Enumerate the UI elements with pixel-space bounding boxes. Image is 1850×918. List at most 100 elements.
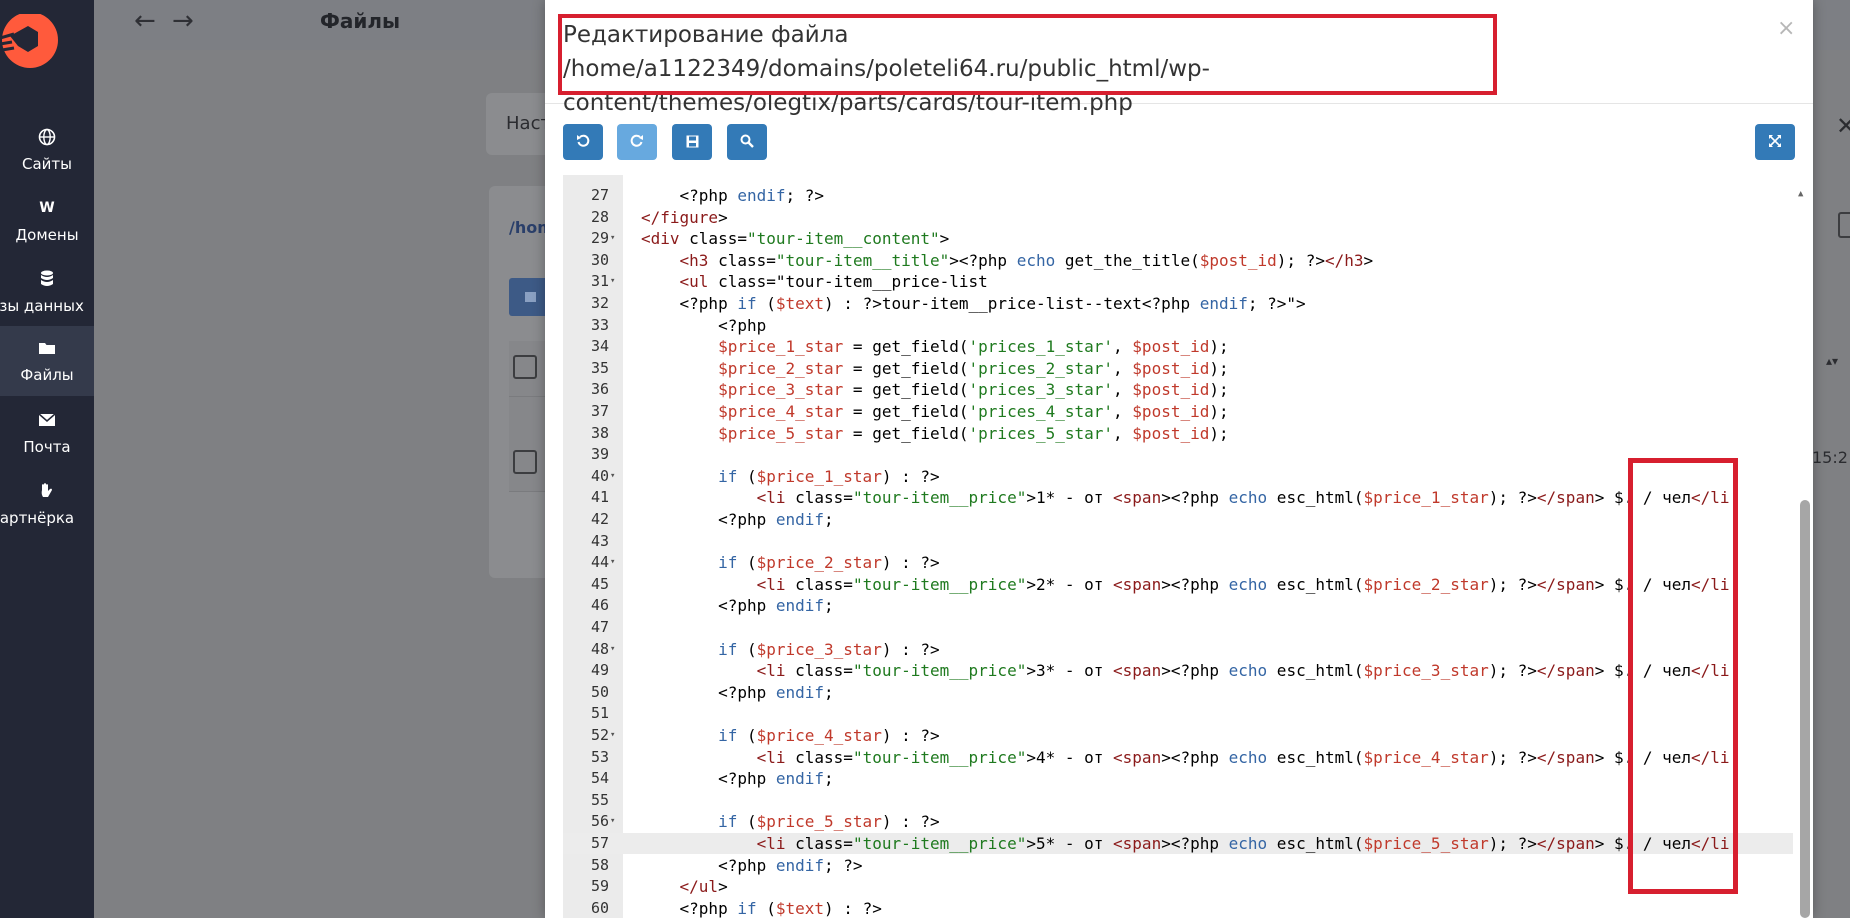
scrollbar-thumb[interactable]: [1800, 500, 1810, 918]
code-line[interactable]: 51: [563, 703, 1793, 724]
logo-icon[interactable]: [0, 14, 60, 74]
code-line[interactable]: 43: [563, 531, 1793, 552]
code-line[interactable]: 35 $price_2_star = get_field('prices_2_s…: [563, 358, 1793, 379]
code-line[interactable]: 59 </ul>: [563, 876, 1793, 897]
code-line[interactable]: 31 ▾ <ul class="tour-item__price-list: [563, 271, 1793, 292]
code-line[interactable]: 28 </figure>: [563, 207, 1793, 228]
code-line[interactable]: 53 <li class="tour-item__price">4* - от …: [563, 747, 1793, 768]
code-line[interactable]: 58 <?php endif; ?>: [563, 855, 1793, 876]
back-arrow-icon[interactable]: ←: [134, 6, 156, 36]
save-button[interactable]: [672, 124, 712, 160]
line-number: 37: [590, 402, 609, 420]
globe-icon: [37, 127, 57, 147]
scroll-up-icon[interactable]: ▲: [1798, 189, 1803, 199]
modal-header: Редактирование файла /home/a1122349/doma…: [545, 0, 1813, 116]
mail-icon: [37, 410, 57, 430]
fold-arrow-icon[interactable]: ▾: [610, 811, 615, 832]
code-text: if ($price_2_star) : ?>: [718, 553, 940, 573]
edit-file-modal: Редактирование файла /home/a1122349/doma…: [545, 0, 1813, 918]
code-line[interactable]: 32 <?php if ($text) : ?>tour-item__price…: [563, 293, 1793, 314]
code-highlight-box: [1628, 458, 1738, 894]
code-text: if ($price_1_star) : ?>: [718, 466, 940, 486]
code-line[interactable]: 37 $price_4_star = get_field('prices_4_s…: [563, 401, 1793, 422]
sidebar-item-mail[interactable]: Почта: [0, 398, 94, 468]
code-line[interactable]: 55: [563, 790, 1793, 811]
code-line[interactable]: 39: [563, 444, 1793, 465]
code-line[interactable]: 52 ▾ if ($price_4_star) : ?>: [563, 725, 1793, 746]
code-text: <?php endif; ?>: [641, 855, 863, 875]
line-number: 42: [590, 510, 609, 528]
code-line[interactable]: 33 <?php: [563, 315, 1793, 336]
sidebar-item-label: азы данных: [0, 297, 84, 315]
line-number: 51: [590, 704, 609, 723]
forward-arrow-icon[interactable]: →: [172, 6, 194, 36]
code-line[interactable]: 54 <?php endif;: [563, 768, 1793, 789]
code-line[interactable]: 29 ▾ <div class="tour-item__content">: [563, 228, 1793, 249]
redo-button[interactable]: [617, 124, 657, 160]
sidebar-item-files[interactable]: Файлы: [0, 326, 94, 396]
fold-arrow-icon[interactable]: ▾: [610, 228, 615, 249]
checkbox[interactable]: [1838, 212, 1850, 238]
search-button[interactable]: [727, 124, 767, 160]
code-line[interactable]: 46 <?php endif;: [563, 595, 1793, 616]
sidebar-item-partners[interactable]: артнёрка: [0, 469, 94, 539]
time-value: 15:2: [1812, 448, 1848, 467]
sidebar-item-databases[interactable]: азы данных: [0, 257, 94, 327]
line-number: 43: [590, 531, 609, 550]
save-icon: [686, 133, 699, 152]
line-number: 50: [590, 682, 609, 701]
code-line[interactable]: 40 ▾ if ($price_1_star) : ?>: [563, 466, 1793, 487]
fold-arrow-icon[interactable]: ▾: [610, 725, 615, 746]
sort-icon[interactable]: ▴▾: [1826, 354, 1838, 368]
code-text: if ($price_4_star) : ?>: [718, 726, 940, 745]
line-number: 60: [590, 898, 609, 917]
line-number: 30: [590, 250, 609, 269]
sidebar-item-label: Домены: [15, 226, 79, 244]
fold-arrow-icon[interactable]: ▾: [610, 271, 615, 292]
line-number: 52: [590, 726, 609, 744]
code-text: if ($price_5_star) : ?>: [718, 812, 940, 832]
code-line[interactable]: 60 <?php if ($text) : ?>: [563, 898, 1793, 918]
undo-button[interactable]: [563, 124, 603, 160]
checkbox[interactable]: [513, 355, 537, 379]
fold-arrow-icon[interactable]: ▾: [610, 639, 615, 660]
line-number: 59: [590, 877, 609, 896]
code-line[interactable]: 36 $price_3_star = get_field('prices_3_s…: [563, 379, 1793, 400]
fullscreen-button[interactable]: [1755, 124, 1795, 160]
sidebar-item-sites[interactable]: Сайты: [0, 115, 94, 185]
close-icon[interactable]: ×: [1777, 16, 1795, 41]
code-text: <?php endif;: [641, 510, 834, 529]
code-text: $price_1_star = get_field('prices_1_star…: [718, 337, 1229, 357]
line-number: 45: [590, 574, 609, 593]
code-editor[interactable]: 27 <?php endif; ?> 28 </figure> 29 ▾ <div cla…: [563, 175, 1813, 918]
code-line[interactable]: 42 <?php endif;: [563, 509, 1793, 530]
code-text: <?php endif; ?>: [641, 186, 825, 205]
sidebar-item-domains[interactable]: W Домены: [0, 186, 94, 256]
code-line[interactable]: 45 <li class="tour-item__price">2* - от …: [563, 574, 1793, 595]
fold-arrow-icon[interactable]: ▾: [610, 466, 615, 487]
code-line[interactable]: 27 <?php endif; ?>: [563, 185, 1793, 206]
code-line[interactable]: 56 ▾ if ($price_5_star) : ?>: [563, 811, 1793, 832]
code-line[interactable]: 44 ▾ if ($price_2_star) : ?>: [563, 552, 1793, 573]
fold-arrow-icon[interactable]: ▾: [610, 552, 615, 573]
code-line[interactable]: 49 <li class="tour-item__price">3* - от …: [563, 660, 1793, 681]
code-line[interactable]: 41 <li class="tour-item__price">1* - от …: [563, 487, 1793, 508]
code-line[interactable]: 34 $price_1_star = get_field('prices_1_s…: [563, 336, 1793, 357]
line-number: 44: [590, 553, 609, 572]
line-number: 33: [590, 315, 609, 334]
line-number: 53: [590, 747, 609, 766]
line-number: 46: [590, 596, 609, 615]
code-line[interactable]: 57 <li class="tour-item__price">5* - от …: [563, 833, 1793, 854]
code-line[interactable]: 48 ▾ if ($price_3_star) : ?>: [563, 639, 1793, 660]
title-highlight-box: [558, 14, 1497, 95]
line-number: 48: [590, 639, 609, 658]
line-number: 56: [590, 812, 609, 831]
checkbox[interactable]: [513, 450, 537, 474]
line-number: 40: [590, 466, 609, 485]
panel-close-icon[interactable]: ✕: [1836, 112, 1850, 140]
code-text: <?php endif;: [641, 596, 834, 616]
code-line[interactable]: 50 <?php endif;: [563, 682, 1793, 703]
code-line[interactable]: 38 $price_5_star = get_field('prices_5_s…: [563, 423, 1793, 444]
code-line[interactable]: 47: [563, 617, 1793, 638]
code-line[interactable]: 30 <h3 class="tour-item__title"><?php ec…: [563, 250, 1793, 271]
